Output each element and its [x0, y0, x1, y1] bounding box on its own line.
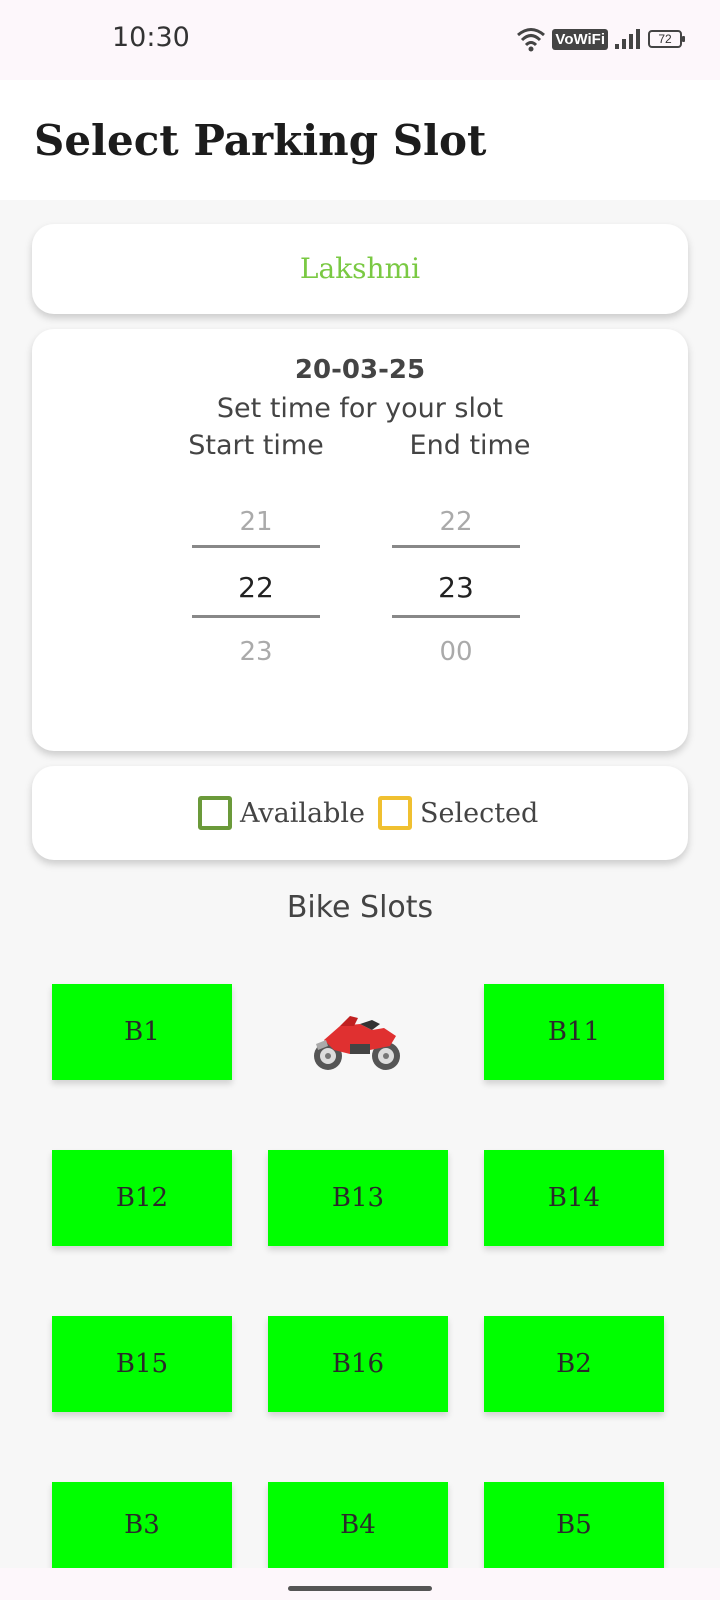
- picker-divider: [392, 615, 520, 618]
- end-picker-prev[interactable]: 22: [392, 507, 520, 537]
- slot-b16[interactable]: B16: [268, 1316, 448, 1412]
- slot-b12[interactable]: B12: [52, 1150, 232, 1246]
- end-picker-current[interactable]: 23: [392, 571, 520, 604]
- time-instruction: Set time for your slot: [216, 393, 504, 424]
- slot-b3[interactable]: B3: [52, 1482, 232, 1568]
- navigation-bar: [0, 1568, 720, 1600]
- slot-b11[interactable]: B11: [484, 984, 664, 1080]
- app-bar: Select Parking Slot: [0, 80, 720, 200]
- picker-divider: [192, 545, 320, 548]
- status-time: 10:30: [112, 22, 190, 53]
- legend-card: Available Selected: [32, 766, 688, 860]
- available-label: Available: [240, 797, 366, 829]
- motorcycle-icon: [314, 1016, 400, 1070]
- start-picker-next[interactable]: 23: [192, 637, 320, 667]
- section-title: Bike Slots: [286, 890, 434, 925]
- slot-b2[interactable]: B2: [484, 1316, 664, 1412]
- location-card: Lakshmi: [32, 224, 688, 314]
- status-bar: 10:30 VoWiFi 72: [0, 0, 720, 80]
- wifi-icon: [517, 28, 546, 52]
- status-icons: VoWiFi 72: [516, 26, 685, 52]
- picker-divider: [392, 545, 520, 548]
- slot-b13[interactable]: B13: [268, 1150, 448, 1246]
- selected-label: Selected: [420, 797, 539, 829]
- end-picker-next[interactable]: 00: [392, 637, 520, 667]
- start-time-picker[interactable]: 21 22 23: [192, 499, 320, 679]
- legend-selected: Selected: [378, 796, 538, 830]
- available-swatch: [198, 796, 232, 830]
- picker-divider: [192, 615, 320, 618]
- end-time-label: End time: [409, 430, 531, 461]
- start-picker-current[interactable]: 22: [192, 571, 320, 604]
- location-name: Lakshmi: [299, 252, 421, 285]
- slot-b1[interactable]: B1: [52, 984, 232, 1080]
- signal-icon: [615, 29, 640, 49]
- selected-swatch: [378, 796, 412, 830]
- slot-b5[interactable]: B5: [484, 1482, 664, 1568]
- page-title: Select Parking Slot: [34, 116, 487, 165]
- slot-b4[interactable]: B4: [268, 1482, 448, 1568]
- time-selection-card: 20-03-25 Set time for your slot Start ti…: [32, 329, 688, 751]
- selected-date: 20-03-25: [294, 355, 426, 385]
- home-gesture-handle[interactable]: [288, 1586, 432, 1591]
- start-picker-prev[interactable]: 21: [192, 507, 320, 537]
- slot-b15[interactable]: B15: [52, 1316, 232, 1412]
- legend-available: Available: [198, 796, 365, 830]
- battery-icon: 72: [648, 30, 685, 48]
- end-time-picker[interactable]: 22 23 00: [392, 499, 520, 679]
- slot-b14[interactable]: B14: [484, 1150, 664, 1246]
- start-time-label: Start time: [188, 430, 324, 461]
- vowifi-badge: VoWiFi: [552, 28, 608, 50]
